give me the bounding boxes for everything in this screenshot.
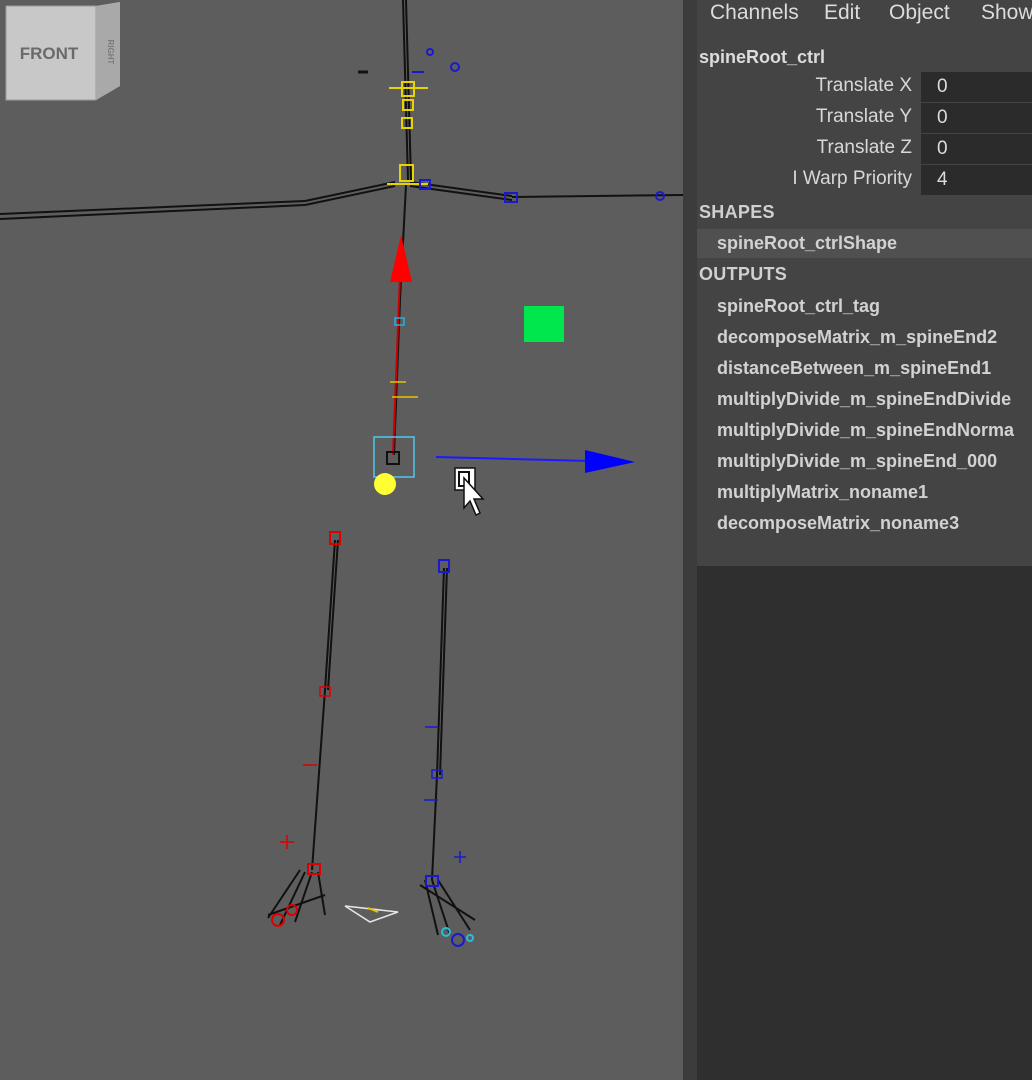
panel-splitter[interactable]	[683, 0, 697, 1080]
output-item[interactable]: multiplyDivide_m_spineEndNorma	[717, 420, 1014, 441]
menu-show[interactable]: Show	[981, 1, 1032, 25]
output-item[interactable]: multiplyMatrix_noname1	[717, 482, 928, 503]
shape-item[interactable]: spineRoot_ctrlShape	[717, 233, 897, 254]
head-controls[interactable]	[412, 48, 460, 73]
attr-label[interactable]: Translate X	[816, 75, 912, 97]
output-item[interactable]: multiplyDivide_m_spineEndDivide	[717, 389, 1011, 410]
output-item[interactable]: multiplyDivide_m_spineEnd_000	[717, 451, 997, 472]
attr-label[interactable]: I Warp Priority	[792, 168, 912, 190]
attr-row-translate-y[interactable]: Translate Y 0	[697, 103, 1032, 133]
view-cube-front-label: FRONT	[20, 44, 79, 63]
channel-box: Channels Edit Object Show spineRoot_ctrl…	[697, 0, 1032, 1080]
3d-viewport[interactable]: FRONT RIGHT	[0, 0, 683, 1080]
mouse-cursor-icon	[454, 467, 485, 517]
output-item[interactable]: spineRoot_ctrl_tag	[717, 296, 880, 317]
z-axis-arrow	[585, 450, 635, 473]
y-axis-arrow	[390, 235, 412, 282]
outputs-header: OUTPUTS	[699, 264, 788, 284]
node-name[interactable]: spineRoot_ctrl	[699, 47, 825, 68]
move-manipulator[interactable]	[373, 235, 635, 495]
attr-value-field[interactable]: 4	[921, 165, 1032, 195]
attr-row-translate-x[interactable]: Translate X 0	[697, 72, 1032, 102]
output-item[interactable]: decomposeMatrix_noname3	[717, 513, 959, 534]
menu-object[interactable]: Object	[889, 1, 950, 25]
output-item[interactable]: distanceBetween_m_spineEnd1	[717, 358, 991, 379]
rotate-pivot	[374, 473, 396, 495]
attr-value-field[interactable]: 0	[921, 72, 1032, 102]
shape-item-row[interactable]: spineRoot_ctrlShape	[697, 229, 1032, 258]
view-cube[interactable]: FRONT RIGHT	[0, 0, 126, 106]
attr-row-translate-z[interactable]: Translate Z 0	[697, 134, 1032, 164]
attr-value-field[interactable]: 0	[921, 103, 1032, 133]
menu-channels[interactable]: Channels	[710, 1, 799, 25]
attr-value-field[interactable]: 0	[921, 134, 1032, 164]
attr-label[interactable]: Translate Y	[816, 106, 912, 128]
channel-box-empty-area	[697, 566, 1032, 1080]
arm-skeleton[interactable]	[0, 181, 683, 220]
left-leg-skeleton[interactable]	[267, 531, 341, 927]
output-item[interactable]: decomposeMatrix_m_spineEnd2	[717, 327, 997, 348]
view-cube-right-label: RIGHT	[106, 40, 115, 65]
menu-edit[interactable]: Edit	[824, 1, 860, 25]
attr-row-warp-priority[interactable]: I Warp Priority 4	[697, 165, 1032, 195]
green-control[interactable]	[524, 306, 564, 342]
channel-box-menubar: Channels Edit Object Show	[697, 0, 1032, 30]
viewport-scene	[0, 0, 683, 947]
right-leg-skeleton[interactable]	[419, 559, 476, 947]
shapes-header: SHAPES	[699, 202, 775, 222]
attr-label[interactable]: Translate Z	[817, 137, 912, 159]
